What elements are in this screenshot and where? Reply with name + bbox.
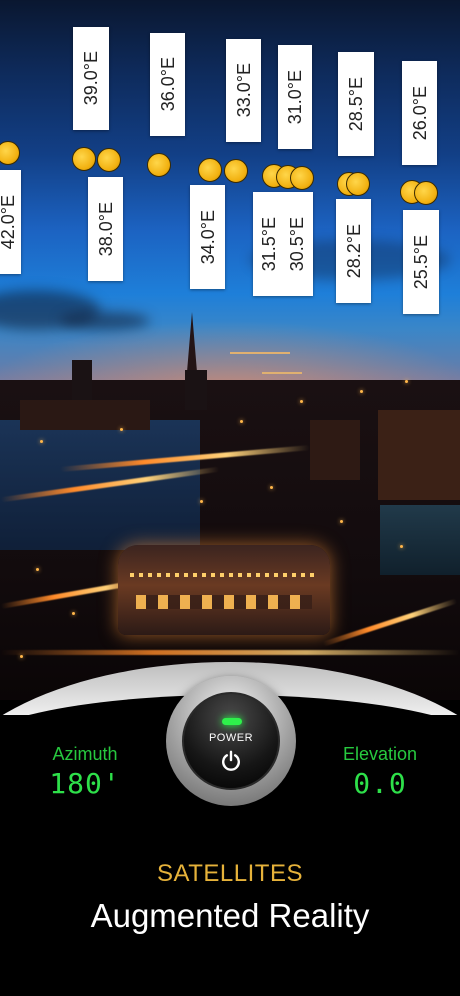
- satellite-label-group[interactable]: 31.5°E 30.5°E: [253, 192, 313, 296]
- satellite-dot[interactable]: [0, 141, 20, 165]
- satellite-label-text: 42.0°E: [0, 194, 18, 250]
- satellite-label[interactable]: 26.0°E: [402, 61, 437, 165]
- satellite-label-text: 34.0°E: [197, 209, 218, 265]
- building: [378, 410, 460, 500]
- city-light: [360, 390, 363, 393]
- city-light: [120, 428, 123, 431]
- city-light: [400, 545, 403, 548]
- satellite-label-text: 31.5°E: [259, 216, 279, 272]
- satellite-label[interactable]: 33.0°E: [226, 39, 261, 142]
- azimuth-readout: Azimuth 180': [40, 744, 130, 800]
- satellite-label-text: 38.0°E: [95, 201, 116, 257]
- crane: [262, 372, 302, 374]
- city-light: [40, 440, 43, 443]
- satellite-label-text: 28.2°E: [343, 223, 364, 279]
- elevation-readout: Elevation 0.0: [330, 744, 430, 800]
- azimuth-title: Azimuth: [52, 744, 118, 764]
- satellite-label-text: 30.5°E: [287, 216, 307, 272]
- subtitle: SATELLITES: [157, 860, 303, 887]
- azimuth-value: 180': [49, 767, 121, 800]
- control-panel: POWER Azimuth 180' Elevation 0.0: [0, 640, 460, 996]
- satellite-label[interactable]: 38.0°E: [88, 177, 123, 281]
- city-light: [200, 500, 203, 503]
- power-button-ring[interactable]: POWER: [166, 676, 296, 806]
- satellite-label-text: 39.0°E: [81, 51, 101, 106]
- power-led-indicator: [222, 718, 242, 725]
- satellite-label-text: 36.0°E: [157, 57, 178, 112]
- satellite-dot[interactable]: [198, 158, 222, 182]
- satellite-label[interactable]: 25.5°E: [403, 210, 439, 314]
- city-light: [270, 486, 273, 489]
- building: [310, 420, 360, 480]
- satellite-dot[interactable]: [72, 147, 96, 171]
- satellite-label[interactable]: 28.2°E: [336, 199, 371, 303]
- satellite-dot[interactable]: [97, 148, 121, 172]
- satellite-label-text: 28.5°E: [346, 76, 366, 132]
- church-spire: [187, 312, 197, 372]
- satellite-label[interactable]: 34.0°E: [190, 185, 225, 289]
- building: [20, 400, 150, 430]
- city-light: [405, 380, 408, 383]
- city-light: [72, 612, 75, 615]
- satellite-label-text: 26.0°E: [409, 85, 430, 141]
- satellite-dot[interactable]: [147, 153, 171, 177]
- elevation-title: Elevation: [342, 744, 418, 764]
- power-icon: [222, 750, 240, 771]
- power-button[interactable]: POWER: [182, 692, 280, 790]
- satellite-dot[interactable]: [290, 166, 314, 190]
- elevation-value: 0.0: [353, 767, 407, 800]
- camera-view: 39.0°E 36.0°E 33.0°E 31.0°E 28.5°E 26.0°…: [0, 0, 460, 700]
- power-label: POWER: [208, 732, 254, 744]
- satellite-label-text: 31.0°E: [285, 69, 305, 125]
- tower: [185, 370, 207, 410]
- satellite-dot[interactable]: [346, 172, 370, 196]
- satellite-label[interactable]: 39.0°E: [73, 27, 109, 130]
- satellite-label[interactable]: 36.0°E: [150, 33, 185, 136]
- app-screen: 39.0°E 36.0°E 33.0°E 31.0°E 28.5°E 26.0°…: [0, 0, 460, 996]
- satellite-label[interactable]: 42.0°E: [0, 170, 21, 274]
- city-light: [240, 420, 243, 423]
- city-light: [36, 568, 39, 571]
- satellite-label[interactable]: 31.0°E: [278, 45, 312, 149]
- water: [380, 505, 460, 575]
- satellite-dot[interactable]: [224, 159, 248, 183]
- crane: [230, 352, 290, 354]
- satellite-label[interactable]: 28.5°E: [338, 52, 374, 156]
- satellite-dot[interactable]: [414, 181, 438, 205]
- city-light: [300, 400, 303, 403]
- page-title: Augmented Reality: [90, 897, 370, 934]
- city-light: [340, 520, 343, 523]
- rotunda-building: [118, 545, 330, 635]
- satellite-label-text: 33.0°E: [233, 63, 254, 118]
- satellite-label-text: 25.5°E: [411, 234, 431, 290]
